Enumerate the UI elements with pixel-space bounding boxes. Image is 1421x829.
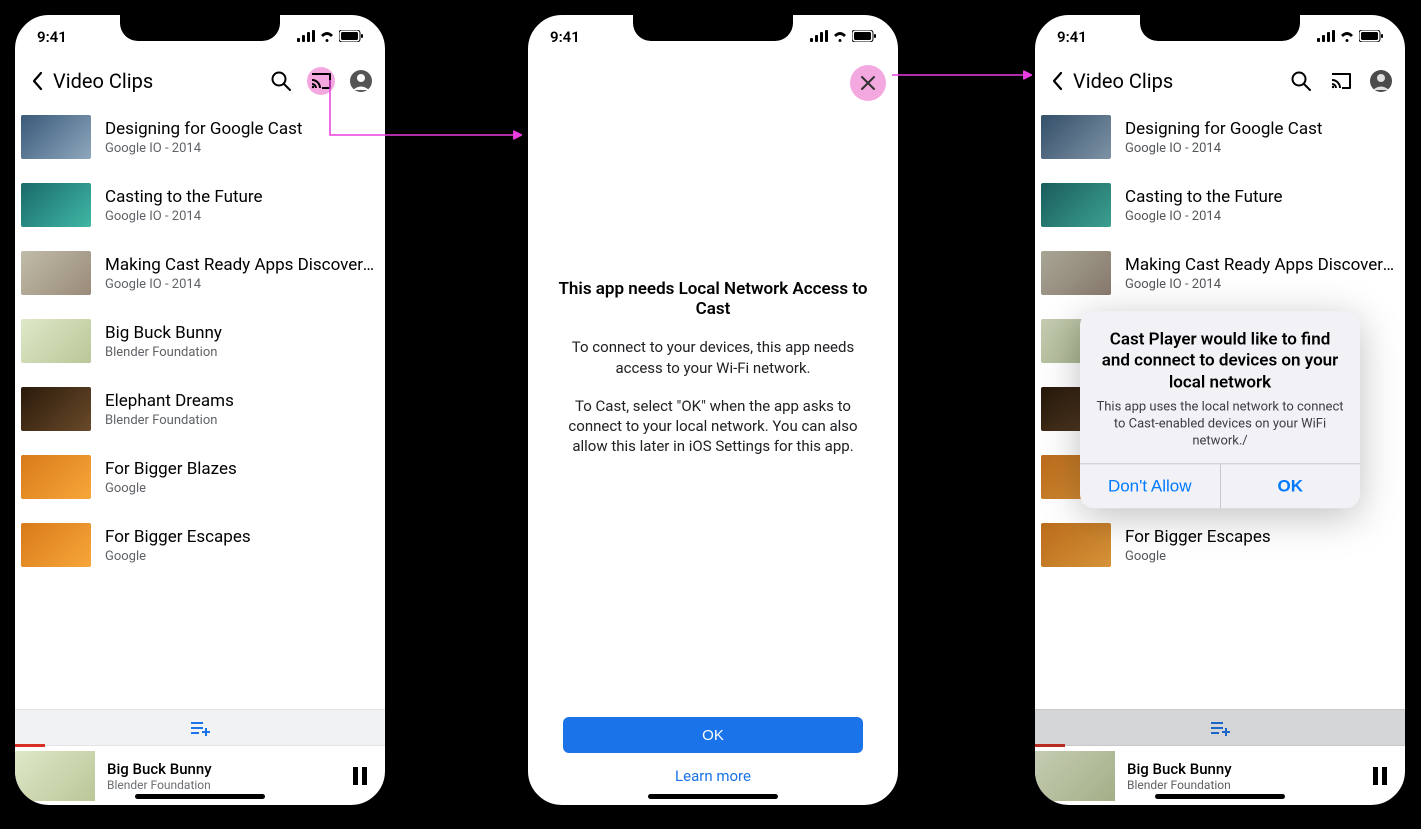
flow-arrow	[0, 0, 1421, 829]
